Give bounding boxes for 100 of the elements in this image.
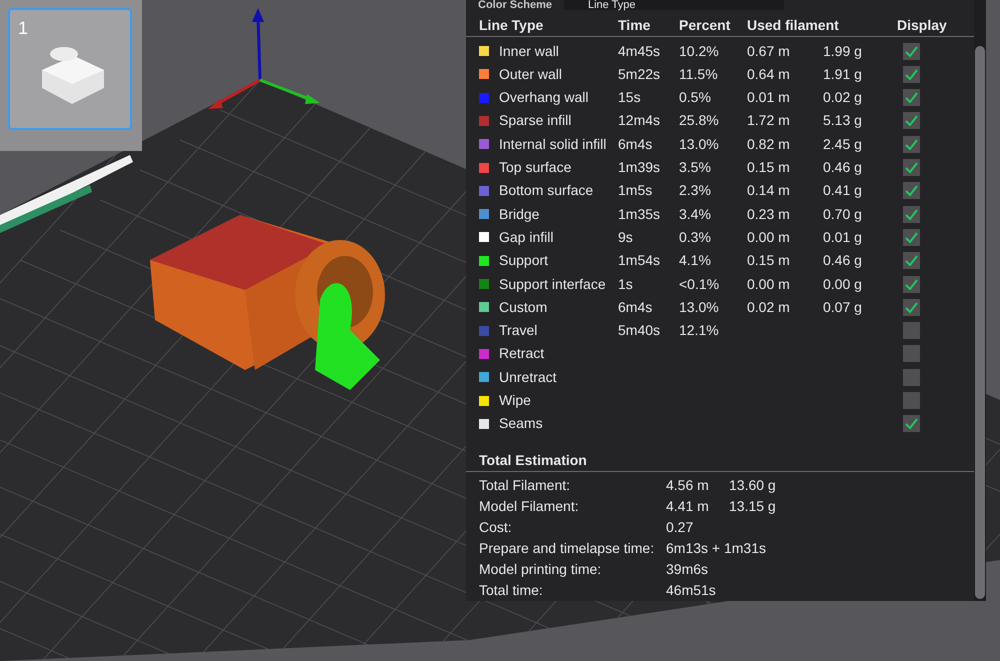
percent-value: 11.5% bbox=[679, 66, 718, 82]
line-type-name: Inner wall bbox=[499, 42, 560, 61]
percent-value: 0.3% bbox=[679, 228, 711, 245]
estimation-label: Cost: bbox=[479, 518, 513, 537]
display-checkbox[interactable] bbox=[903, 322, 920, 340]
time-value: 12m4s bbox=[618, 112, 660, 128]
line-type-name: Bottom surface bbox=[499, 181, 594, 200]
estimation-label: Total Filament: bbox=[479, 476, 572, 495]
checkmark-icon bbox=[905, 208, 918, 220]
section-title: Total Estimation bbox=[479, 450, 587, 470]
display-checkbox[interactable] bbox=[903, 182, 920, 200]
column-header: Display bbox=[897, 16, 947, 35]
time-value: 1s bbox=[618, 276, 633, 292]
checkmark-icon bbox=[905, 232, 918, 243]
line-type-name: Sparse infill bbox=[499, 111, 572, 130]
percent-value: 3.4% bbox=[679, 206, 711, 222]
display-checkbox[interactable] bbox=[903, 159, 920, 176]
checkmark-icon bbox=[905, 302, 918, 313]
length-value: 0.23 m bbox=[747, 206, 790, 222]
line-type-name: Internal solid infill bbox=[499, 134, 608, 154]
time-value: 4m45s bbox=[618, 42, 660, 59]
length-value: 0.15 m bbox=[747, 252, 790, 268]
time-value: 5m22s bbox=[618, 66, 660, 82]
length-value: 1.72 m bbox=[747, 112, 790, 128]
estimation-value: 0.27 bbox=[666, 518, 694, 537]
weight-value: 0.00 g bbox=[823, 276, 862, 292]
length-value: 0.15 m bbox=[747, 159, 790, 176]
weight-value: 1.91 g bbox=[823, 66, 862, 82]
estimation-value: 46m51s bbox=[666, 581, 717, 600]
display-checkbox[interactable] bbox=[903, 415, 920, 432]
estimation-value: 13.60 g bbox=[729, 476, 777, 495]
line-type-name: Wipe bbox=[499, 391, 532, 410]
length-value: 0.14 m bbox=[747, 182, 790, 198]
display-checkbox[interactable] bbox=[903, 252, 920, 270]
weight-value: 0.01 g bbox=[823, 228, 862, 245]
estimation-value: 6m13s + 1m31s bbox=[666, 539, 766, 558]
display-checkbox[interactable] bbox=[903, 136, 920, 153]
line-type-name: Support interface bbox=[499, 274, 607, 294]
weight-value: 0.02 g bbox=[823, 89, 862, 106]
column-header: Line Type bbox=[479, 16, 544, 35]
time-value: 1m5s bbox=[618, 182, 652, 198]
display-checkbox[interactable] bbox=[903, 345, 920, 362]
time-value: 1m39s bbox=[618, 159, 660, 176]
line-type-name: Support bbox=[499, 251, 550, 270]
time-value: 6m4s bbox=[618, 298, 652, 315]
estimation-value: 4.56 m bbox=[666, 476, 710, 495]
checkmark-icon bbox=[905, 185, 918, 196]
weight-value: 0.46 g bbox=[823, 159, 862, 176]
time-value: 5m40s bbox=[618, 322, 660, 338]
time-value: 1m35s bbox=[618, 206, 660, 222]
checkmark-icon bbox=[905, 92, 918, 104]
percent-value: 4.1% bbox=[679, 252, 711, 268]
percent-value: 2.3% bbox=[679, 182, 711, 198]
time-value: 6m4s bbox=[618, 136, 652, 152]
estimation-value: 39m6s bbox=[666, 560, 710, 579]
percent-value: 0.5% bbox=[679, 89, 711, 106]
length-value: 0.67 m bbox=[747, 42, 790, 59]
line-type-name: Seams bbox=[499, 414, 544, 434]
weight-value: 0.46 g bbox=[823, 252, 862, 268]
length-value: 0.01 m bbox=[747, 89, 790, 106]
estimation-label: Prepare and timelapse time: bbox=[479, 539, 656, 558]
display-checkbox[interactable] bbox=[903, 276, 920, 293]
display-checkbox[interactable] bbox=[903, 228, 920, 246]
weight-value: 1.99 g bbox=[823, 42, 862, 59]
percent-value: 3.5% bbox=[679, 159, 711, 176]
display-checkbox[interactable] bbox=[903, 368, 920, 386]
display-checkbox[interactable] bbox=[903, 392, 920, 410]
weight-value: 0.07 g bbox=[823, 298, 862, 315]
checkmark-icon bbox=[905, 278, 918, 290]
plate-number: 1 bbox=[18, 17, 28, 40]
line-type-name: Gap infill bbox=[499, 228, 554, 247]
weight-value: 0.70 g bbox=[823, 206, 862, 222]
display-checkbox[interactable] bbox=[903, 89, 920, 106]
display-checkbox[interactable] bbox=[903, 298, 920, 316]
length-value: 0.00 m bbox=[747, 276, 790, 292]
display-checkbox[interactable] bbox=[903, 206, 920, 223]
time-value: 9s bbox=[618, 228, 633, 245]
column-header: Time bbox=[618, 16, 652, 35]
length-value: 0.00 m bbox=[747, 228, 790, 245]
estimation-value: 13.15 g bbox=[729, 497, 777, 516]
color-scheme-dropdown[interactable]: Line Type bbox=[564, 0, 784, 10]
line-type-name: Outer wall bbox=[499, 64, 564, 84]
line-type-name: Overhang wall bbox=[499, 88, 590, 108]
display-checkbox[interactable] bbox=[903, 42, 920, 60]
checkmark-icon bbox=[905, 138, 918, 150]
checkmark-icon bbox=[905, 46, 918, 57]
scrollbar[interactable] bbox=[974, 0, 986, 601]
line-type-name: Travel bbox=[499, 321, 538, 340]
percent-value: 13.0% bbox=[679, 298, 719, 315]
checkmark-icon bbox=[905, 115, 918, 126]
time-value: 15s bbox=[618, 89, 641, 106]
estimation-label: Total time: bbox=[479, 581, 544, 600]
line-type-name: Custom bbox=[499, 298, 548, 317]
display-checkbox[interactable] bbox=[903, 112, 920, 130]
line-type-name: Unretract bbox=[499, 368, 558, 387]
weight-value: 5.13 g bbox=[823, 112, 862, 128]
percent-value: 12.1% bbox=[679, 322, 719, 338]
weight-value: 2.45 g bbox=[823, 136, 862, 152]
line-type-name: Top surface bbox=[499, 158, 572, 178]
display-checkbox[interactable] bbox=[903, 66, 920, 83]
